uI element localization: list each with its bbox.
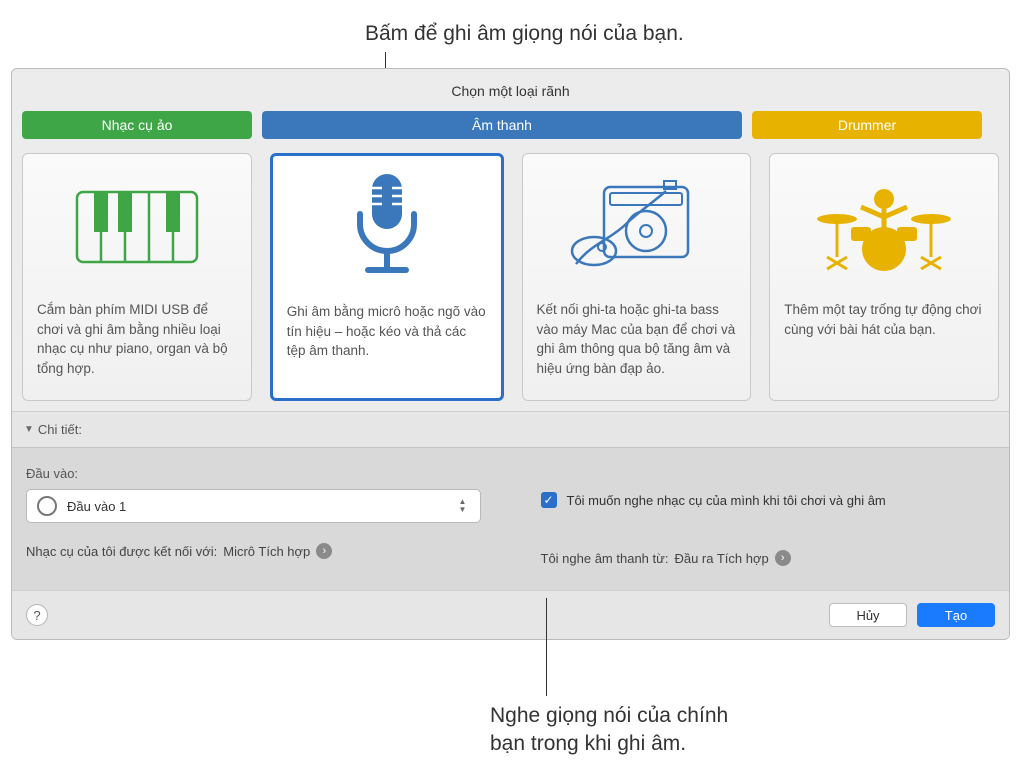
card-audio-guitar[interactable]: Kết nối ghi-ta hoặc ghi-ta bass vào máy … xyxy=(522,153,752,401)
track-type-cards: Cắm bàn phím MIDI USB để chơi và ghi âm … xyxy=(12,139,1009,411)
callout-hear-voice: Nghe giọng nói của chínhbạn trong khi gh… xyxy=(490,702,728,759)
hear-value: Đầu ra Tích hợp xyxy=(674,551,768,566)
track-type-dialog: Chọn một loại rãnh Nhạc cụ ảo Âm thanh D… xyxy=(11,68,1010,640)
details-body: Đầu vào: Đầu vào 1 ▲▼ Nhạc cụ của tôi đư… xyxy=(12,447,1009,590)
card-software-instrument[interactable]: Cắm bàn phím MIDI USB để chơi và ghi âm … xyxy=(22,153,252,401)
dialog-footer: ? Hủy Tạo xyxy=(12,590,1009,639)
cancel-button[interactable]: Hủy xyxy=(829,603,907,627)
card-desc: Cắm bàn phím MIDI USB để chơi và ghi âm … xyxy=(23,294,251,392)
details-disclosure[interactable]: ▼ Chi tiết: xyxy=(12,411,1009,447)
guitar-amp-icon xyxy=(523,154,751,294)
card-desc: Thêm một tay trống tự động chơi cùng với… xyxy=(770,294,998,353)
input-channel-icon xyxy=(37,496,57,516)
input-select[interactable]: Đầu vào 1 ▲▼ xyxy=(26,489,481,523)
card-drummer[interactable]: Thêm một tay trống tự động chơi cùng với… xyxy=(769,153,999,401)
callout-record-voice: Bấm để ghi âm giọng nói của bạn. xyxy=(365,22,684,46)
connected-chevron-icon[interactable]: › xyxy=(316,543,332,559)
dialog-title: Chọn một loại rãnh xyxy=(12,69,1009,111)
card-desc: Kết nối ghi-ta hoặc ghi-ta bass vào máy … xyxy=(523,294,751,392)
tab-drummer[interactable]: Drummer xyxy=(752,111,982,139)
disclosure-triangle-icon: ▼ xyxy=(24,424,34,435)
drumkit-icon xyxy=(770,154,998,294)
microphone-icon xyxy=(273,156,501,296)
category-tabs: Nhạc cụ ảo Âm thanh Drummer xyxy=(12,111,1009,139)
hear-chevron-icon[interactable]: › xyxy=(775,550,791,566)
connected-value: Micrô Tích hợp xyxy=(223,544,310,559)
help-button[interactable]: ? xyxy=(26,604,48,626)
create-button[interactable]: Tạo xyxy=(917,603,995,627)
updown-arrows-icon: ▲▼ xyxy=(452,493,474,519)
tab-audio[interactable]: Âm thanh xyxy=(262,111,742,139)
details-label: Chi tiết: xyxy=(38,422,82,437)
callout-line-bottom xyxy=(546,598,547,696)
tab-virtual-instrument[interactable]: Nhạc cụ ảo xyxy=(22,111,252,139)
hear-prefix: Tôi nghe âm thanh từ: xyxy=(541,551,669,566)
card-audio-mic[interactable]: Ghi âm bằng micrô hoặc ngõ vào tín hiệu … xyxy=(270,153,504,401)
piano-icon xyxy=(23,154,251,294)
card-desc: Ghi âm bằng micrô hoặc ngõ vào tín hiệu … xyxy=(273,296,501,375)
connected-prefix: Nhạc cụ của tôi được kết nối với: xyxy=(26,544,217,559)
input-selected-value: Đầu vào 1 xyxy=(67,499,126,514)
input-label: Đầu vào: xyxy=(26,466,481,481)
monitor-checkbox[interactable]: ✓ xyxy=(541,492,557,508)
monitor-checkbox-label: Tôi muốn nghe nhạc cụ của mình khi tôi c… xyxy=(567,493,886,508)
